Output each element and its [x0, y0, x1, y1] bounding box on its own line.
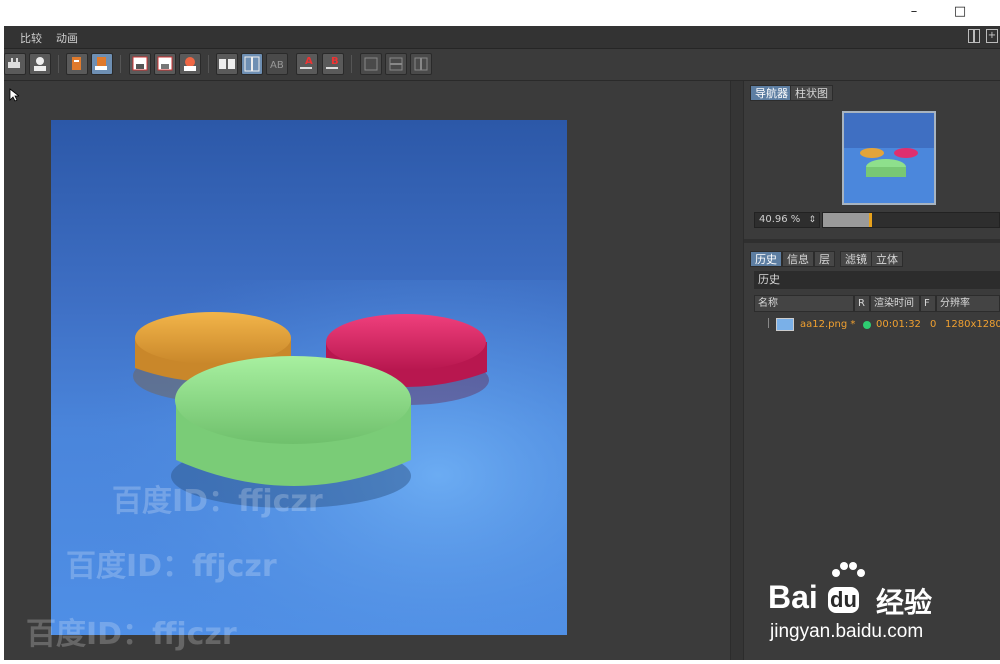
grid-icon[interactable]: [410, 53, 432, 75]
navigator-thumbnail[interactable]: [842, 111, 936, 205]
tab-stereo[interactable]: 立体: [871, 251, 903, 267]
save-all-icon[interactable]: [154, 53, 176, 75]
row-render-time: 00:01:32: [876, 319, 921, 330]
tab-layers[interactable]: 层: [814, 251, 835, 267]
watermark-text: 百度ID：ffjczr: [26, 617, 237, 652]
zoom-value: 40.96 %: [759, 214, 801, 225]
toolbar-separator: [120, 55, 121, 73]
set-b-icon[interactable]: B: [322, 53, 344, 75]
compare-split-icon[interactable]: [241, 53, 263, 75]
maximize-button[interactable]: □: [948, 2, 972, 22]
tab-info[interactable]: 信息: [782, 251, 814, 267]
toolbar-separator: [351, 55, 352, 73]
logo-url: jingyan.baidu.com: [770, 621, 924, 642]
os-title-bar: – □: [0, 0, 1000, 26]
new-panel-icon[interactable]: +: [986, 29, 998, 43]
column-r[interactable]: R: [854, 295, 870, 312]
logo-suffix: 经验: [876, 586, 933, 619]
zoom-slider-handle[interactable]: [869, 213, 872, 227]
set-a-icon[interactable]: A: [296, 53, 318, 75]
column-name[interactable]: 名称: [754, 295, 854, 312]
logo-brand: Bai: [768, 579, 818, 615]
image-thumbnail-icon: [776, 318, 794, 331]
svg-text:B: B: [331, 56, 339, 67]
panel-splitter[interactable]: [730, 81, 744, 660]
logo-brand-2: du: [828, 587, 859, 613]
save-image-icon[interactable]: [129, 53, 151, 75]
row-frame: 0: [930, 319, 937, 330]
menu-compare[interactable]: 比较: [20, 30, 42, 46]
history-title: 历史: [754, 271, 1000, 289]
compare-ab-icon[interactable]: [216, 53, 238, 75]
image-viewer-area[interactable]: 百度ID：ffjczr 百度ID：ffjczr 百度ID：ffjczr: [4, 81, 728, 660]
stereo-icon[interactable]: [179, 53, 201, 75]
column-frame[interactable]: F: [920, 295, 936, 312]
render-person-icon[interactable]: [29, 53, 51, 75]
render-status-dot: [863, 321, 871, 329]
ab-swap-icon[interactable]: AB: [266, 53, 288, 75]
svg-text:AB: AB: [270, 60, 284, 71]
minimize-button[interactable]: –: [902, 2, 926, 22]
menu-animation[interactable]: 动画: [56, 30, 78, 46]
column-render-time[interactable]: 渲染时间: [870, 295, 920, 312]
tree-line: [768, 318, 769, 328]
paw-icon: [832, 562, 865, 577]
toolbar-separator: [58, 55, 59, 73]
layout-icon[interactable]: [968, 29, 980, 43]
mouse-cursor-icon: [9, 88, 19, 102]
navigator-preview-illustration: [844, 113, 934, 203]
channel-icon[interactable]: [360, 53, 382, 75]
tab-filter[interactable]: 滤镜: [840, 251, 872, 267]
watermark-text: 百度ID：ffjczr: [66, 549, 277, 584]
column-resolution[interactable]: 分辨率: [936, 295, 1000, 312]
channel-alt-icon[interactable]: [385, 53, 407, 75]
watermark-text: 百度ID：ffjczr: [112, 484, 323, 519]
panel-divider[interactable]: [744, 239, 1000, 243]
menu-bar: 比较 动画 +: [4, 26, 1000, 49]
tab-history[interactable]: 历史: [750, 251, 782, 267]
zoom-slider-fill: [823, 213, 869, 227]
tab-histogram[interactable]: 柱状图: [790, 85, 833, 101]
side-panel: 导航器 柱状图 40.96 % ⇕ 历史 信息 层 滤镜 立体 历史 名称 R …: [744, 81, 1000, 660]
tab-navigator[interactable]: 导航器: [750, 85, 793, 101]
svg-text:A: A: [305, 56, 313, 67]
toolbar-separator: [208, 55, 209, 73]
picture-viewer-window: 比较 动画 + AB A B 百度ID：ffjczr 百度ID：ffjczr 百…: [4, 26, 1000, 660]
zoom-field[interactable]: 40.96 % ⇕: [754, 212, 820, 228]
row-name: aa12.png *: [800, 319, 856, 330]
paste-frame-icon[interactable]: [91, 53, 113, 75]
copy-frame-icon[interactable]: [66, 53, 88, 75]
row-resolution: 1280x1280: [945, 319, 1000, 330]
pick-icon[interactable]: [4, 53, 26, 75]
zoom-stepper-icon[interactable]: ⇕: [808, 213, 816, 227]
zoom-slider[interactable]: [822, 212, 1000, 228]
baidu-logo: Bai du 经验: [768, 562, 958, 619]
toolbar: AB A B: [4, 49, 1000, 81]
